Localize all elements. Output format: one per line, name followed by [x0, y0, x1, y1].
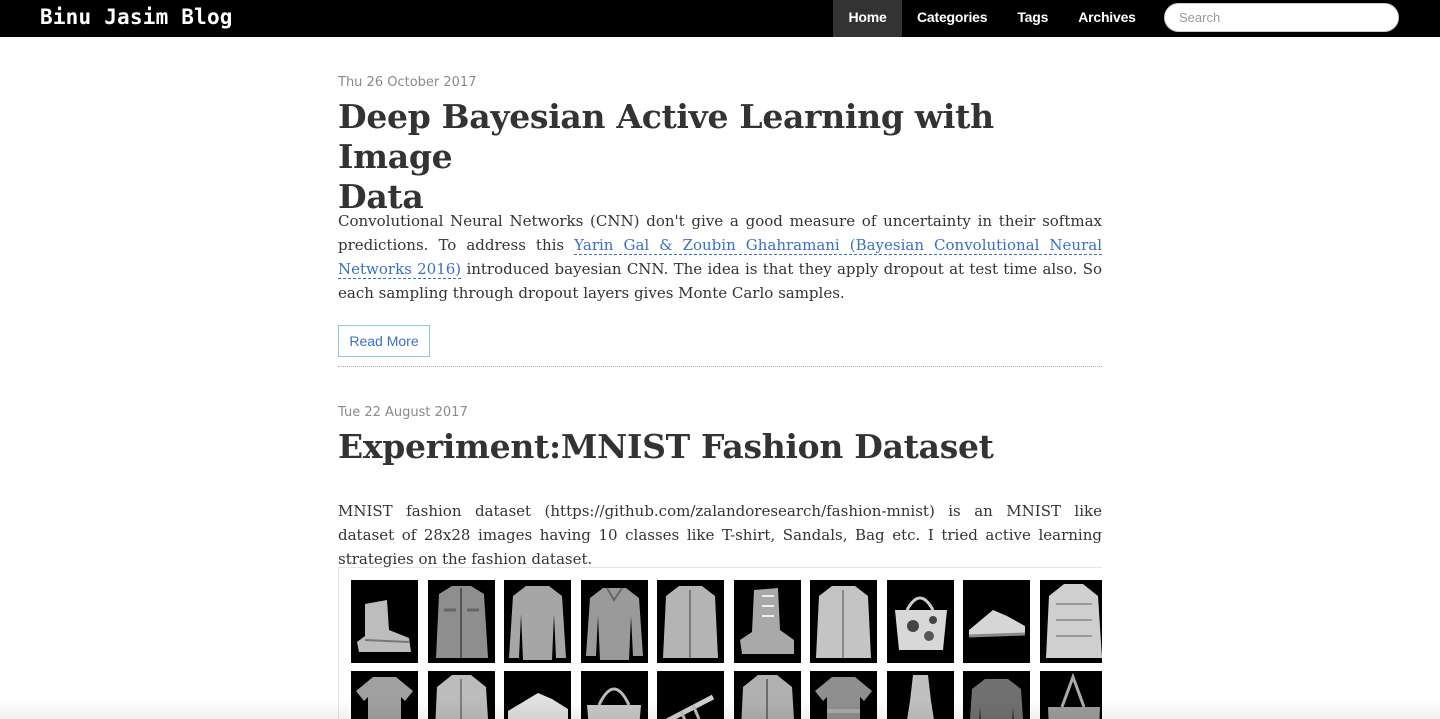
coat-icon [810, 580, 877, 663]
shirt-icon [428, 580, 495, 663]
post-summary: MNIST fashion dataset (https://github.co… [338, 502, 1102, 568]
nav-menu: Home Categories Tags Archives [833, 0, 1151, 37]
post-title-link[interactable]: Deep Bayesian Active Learning with Image… [338, 97, 1102, 217]
post-divider [338, 366, 1102, 367]
fashion-mnist-sample-image [338, 567, 1102, 719]
search-input[interactable] [1164, 3, 1399, 32]
sneaker-icon [963, 580, 1030, 663]
top-navbar: Binu Jasim Blog Home Categories Tags Arc… [0, 0, 1440, 37]
sneaker-icon [504, 671, 571, 719]
dress-icon [887, 671, 954, 719]
nav-item-home[interactable]: Home [833, 0, 902, 37]
bag-icon [1040, 671, 1102, 719]
post-title-line: Deep Bayesian Active Learning with Image [338, 97, 994, 176]
sandal-icon [657, 671, 724, 719]
t-shirt-icon [810, 671, 877, 719]
pullover-icon [581, 580, 648, 663]
post-date: Thu 26 October 2017 [338, 75, 477, 90]
coat-icon [1040, 580, 1102, 663]
t-shirt-icon [351, 671, 418, 719]
nav-item-archives[interactable]: Archives [1063, 0, 1151, 37]
bag-icon [581, 671, 648, 719]
pullover-icon [963, 671, 1030, 719]
post-summary: Convolutional Neural Networks (CNN) don'… [338, 209, 1102, 305]
coat-icon [657, 580, 724, 663]
nav-item-tags[interactable]: Tags [1002, 0, 1063, 37]
site-brand-link[interactable]: Binu Jasim Blog [40, 4, 233, 30]
ankle-boot-icon [351, 580, 418, 663]
post-title-link[interactable]: Experiment:MNIST Fashion Dataset [338, 427, 1102, 467]
pullover-icon [504, 580, 571, 663]
post-date: Tue 22 August 2017 [338, 405, 468, 420]
bag-icon [887, 580, 954, 663]
coat-icon [428, 671, 495, 719]
nav-item-categories[interactable]: Categories [902, 0, 1002, 37]
read-more-button[interactable]: Read More [338, 325, 430, 357]
ankle-boot-icon [734, 580, 801, 663]
coat-icon [734, 671, 801, 719]
